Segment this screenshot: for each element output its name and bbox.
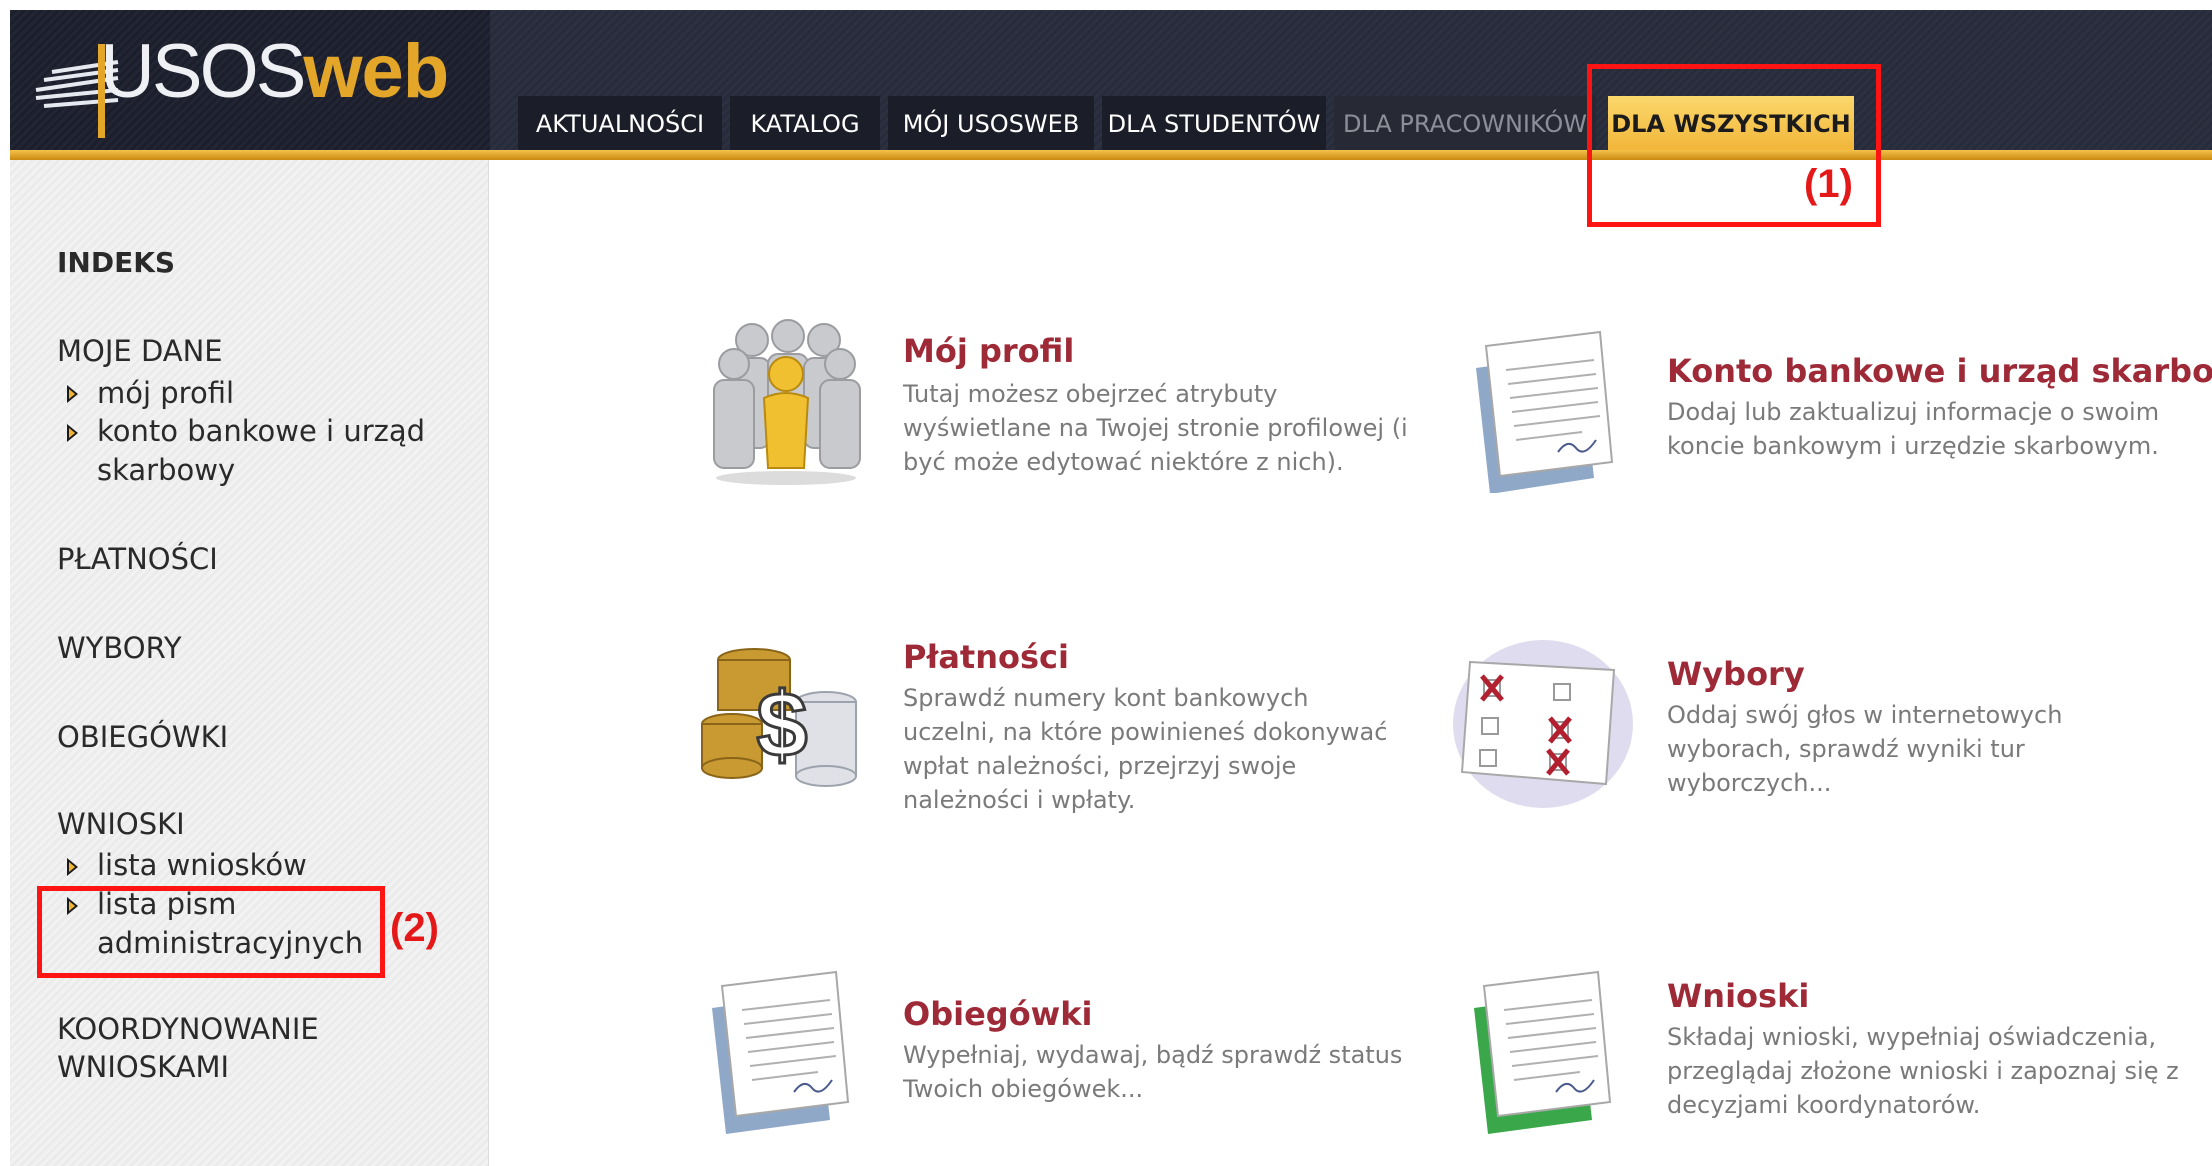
tab-aktualnosci[interactable]: AKTUALNOŚCI: [518, 96, 722, 153]
header-accent-line: [10, 150, 2212, 160]
sidebar-heading: INDEKS: [57, 246, 176, 279]
tab-katalog[interactable]: KATALOG: [730, 96, 880, 153]
sidebar-section-obiegowki[interactable]: OBIEGÓWKI: [57, 718, 228, 756]
tab-moj-usosweb[interactable]: MÓJ USOSWEB: [888, 96, 1094, 153]
card-desc-wybory: Oddaj swój głos w internetowych wyborach…: [1667, 701, 2063, 797]
sidebar-section-moje-dane[interactable]: MOJE DANE: [57, 332, 223, 370]
card-title-wnioski[interactable]: Wnioski: [1667, 977, 1809, 1015]
logo[interactable]: USOSweb: [100, 24, 449, 120]
card-title-konto-bankowe[interactable]: Konto bankowe i urząd skarbowy: [1667, 352, 2212, 390]
sidebar-link-moj-profil[interactable]: mój profil: [97, 374, 234, 413]
bank-document-icon[interactable]: [1462, 318, 1632, 493]
ballot-icon[interactable]: [1448, 632, 1638, 812]
card-desc-obiegowki: Wypełniaj, wydawaj, bądź sprawdź status …: [903, 1041, 1403, 1103]
sidebar: INDEKS MOJE DANE mój profil konto bankow…: [10, 160, 489, 1166]
tab-dla-pracownikow[interactable]: DLA PRACOWNIKÓW: [1334, 96, 1596, 153]
application-document-icon[interactable]: [1462, 962, 1632, 1137]
document-icon[interactable]: [700, 962, 870, 1137]
bullet-icon: [67, 424, 78, 442]
top-header: USOSweb AKTUALNOŚCI KATALOG MÓJ USOSWEB …: [10, 10, 2212, 153]
bullet-icon: [67, 385, 78, 403]
coins-dollar-icon[interactable]: $: [698, 640, 868, 800]
logo-web: web: [303, 29, 449, 114]
sidebar-section-wybory[interactable]: WYBORY: [57, 629, 182, 667]
sidebar-section-koordynowanie[interactable]: KOORDYNOWANIE WNIOSKAMI: [57, 1010, 377, 1086]
sidebar-section-platnosci[interactable]: PŁATNOŚCI: [57, 540, 218, 578]
sidebar-section-wnioski[interactable]: WNIOSKI: [57, 805, 185, 843]
annotation-box-2: [37, 886, 385, 978]
annotation-label-2: (2): [390, 906, 439, 950]
card-desc-konto-bankowe: Dodaj lub zaktualizuj informacje o swoim…: [1667, 398, 2160, 460]
logo-usos: USOS: [100, 29, 306, 114]
card-title-wybory[interactable]: Wybory: [1667, 655, 1805, 693]
sidebar-link-lista-wnioskow[interactable]: lista wniosków: [97, 846, 307, 885]
card-title-obiegowki[interactable]: Obiegówki: [903, 995, 1092, 1033]
card-desc-platnosci: Sprawdź numery kont bankowych uczelni, n…: [903, 684, 1388, 814]
card-title-platnosci[interactable]: Płatności: [903, 638, 1069, 676]
bullet-icon: [67, 858, 78, 876]
card-title-moj-profil[interactable]: Mój profil: [903, 332, 1074, 370]
tab-dla-studentow[interactable]: DLA STUDENTÓW: [1102, 96, 1326, 153]
users-profile-icon[interactable]: [700, 318, 870, 488]
svg-text:$: $: [756, 674, 807, 776]
annotation-label-1: (1): [1804, 162, 1853, 206]
card-desc-moj-profil: Tutaj możesz obejrzeć atrybuty wyświetla…: [903, 380, 1408, 476]
sidebar-link-konto-bankowe[interactable]: konto bankowe i urząd skarbowy: [97, 412, 437, 490]
logo-panel: USOSweb: [10, 10, 490, 153]
card-desc-wnioski: Składaj wnioski, wypełniaj oświadczenia,…: [1667, 1023, 2179, 1119]
